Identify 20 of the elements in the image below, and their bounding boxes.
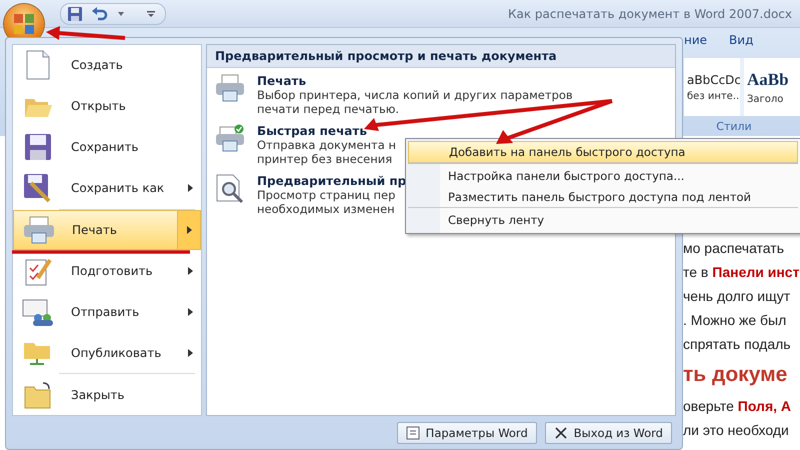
submenu-item-description: принтер без внесения bbox=[257, 152, 394, 166]
submenu-item-description: Выбор принтера, числа копий и других параметров bbox=[257, 88, 573, 102]
document-text: те в Панели инст bbox=[683, 263, 800, 282]
submenu-header: Предварительный просмотр и печать документа bbox=[207, 45, 675, 68]
submenu-item-title: Предварительный пр bbox=[257, 174, 406, 188]
document-text: оверьте Поля, А bbox=[683, 397, 792, 416]
submenu-item-description: печати перед печатью. bbox=[257, 102, 400, 116]
window-title: Как распечатать документ в Word 2007.docx bbox=[508, 6, 792, 20]
submenu-item-description: необходимых изменен bbox=[257, 202, 396, 216]
submenu-item-title: Печать bbox=[257, 74, 308, 88]
submenu-item-title: Быстрая печать bbox=[257, 124, 368, 138]
document-text: чень долго ищут bbox=[683, 287, 792, 306]
document-text: . Можно же был bbox=[683, 311, 788, 330]
document-heading: ть докуме bbox=[683, 362, 788, 388]
document-text: спрятать подаль bbox=[683, 335, 792, 354]
group-label: Стили bbox=[715, 120, 753, 133]
document-text: мо распечатать bbox=[683, 239, 785, 258]
document-text: ли это необходи bbox=[683, 421, 790, 440]
submenu-item-description: Отправка документа н bbox=[257, 138, 396, 152]
submenu-item-description: Просмотр страниц пер bbox=[257, 188, 396, 202]
